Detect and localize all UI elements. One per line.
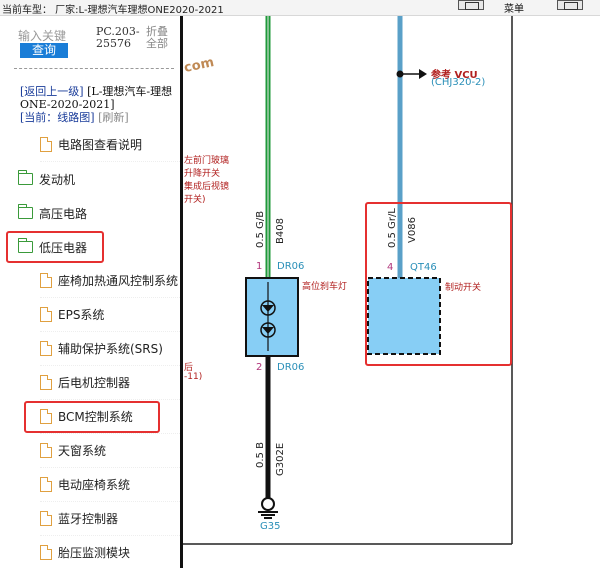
tree-item[interactable]: 高压电路 xyxy=(18,196,180,230)
wiring-diagram: 左前门玻璃 升降开关 集成后视镜 开关) 后 -11) 0.5 G/B B408… xyxy=(183,16,600,568)
left-panel: 查询 PC.203-25576 折叠全部 [返回上一级] [L-理想汽车-理想O… xyxy=(0,16,180,568)
tree-item[interactable]: 蓝牙控制器 xyxy=(40,502,180,536)
left-pin-bottom: 2 xyxy=(256,362,263,373)
ground-node xyxy=(261,497,275,511)
ref-vcu-sub: (CHJ320-2) xyxy=(431,77,486,88)
tree-item-label: 发动机 xyxy=(39,172,76,187)
ground-label: G35 xyxy=(260,521,281,532)
tree-item[interactable]: 发动机 xyxy=(18,162,180,196)
current-model-title: 当前车型： 厂家:L-理想汽车理想ONE2020-2021 xyxy=(2,5,224,16)
brake-lamp-label: 高位刹车灯 xyxy=(302,282,348,292)
brake-switch-label: 制动开关 xyxy=(445,283,482,293)
highlight-box xyxy=(6,231,104,263)
partial-label-1: 左前门玻璃 xyxy=(184,156,230,166)
tree-item-label: 电路图查看说明 xyxy=(58,138,143,152)
tree-item[interactable]: 胎压监测模块 xyxy=(40,536,180,568)
left-pin-top: 1 xyxy=(256,261,263,272)
ref-arrow-head xyxy=(419,69,427,79)
folder-icon xyxy=(18,170,33,185)
brake-switch-component xyxy=(367,277,441,355)
document-icon xyxy=(40,137,52,152)
document-icon xyxy=(40,307,52,322)
document-icon xyxy=(40,375,52,390)
tree-item[interactable]: 后电机控制器 xyxy=(40,366,180,400)
black-wire-gauge: 0.5 B xyxy=(255,442,266,468)
tree-item-label: 天窗系统 xyxy=(58,444,107,458)
search-input[interactable] xyxy=(18,28,78,44)
partial-label-2: 升降开关 xyxy=(184,169,221,179)
partial-label-6: -11) xyxy=(184,372,203,382)
tree-item[interactable]: 座椅加热通风控制系统 xyxy=(40,264,180,298)
wiring-diagram-canvas xyxy=(183,16,513,545)
pc-code: PC.203-25576 xyxy=(96,25,140,50)
tree-item-label: 胎压监测模块 xyxy=(58,546,131,560)
black-wire-id: G302E xyxy=(275,442,286,476)
left-wire-id: B408 xyxy=(275,218,286,244)
tree-item-label: 后电机控制器 xyxy=(58,376,131,390)
window-icon-button-2[interactable] xyxy=(557,0,583,10)
menu-label[interactable]: 菜单 xyxy=(504,0,524,15)
tree-item-label: EPS系统 xyxy=(58,308,105,322)
tree-item[interactable]: 电动座椅系统 xyxy=(40,468,180,502)
fold-all-button[interactable]: 折叠全部 xyxy=(146,26,176,50)
document-icon xyxy=(40,341,52,356)
query-button[interactable]: 查询 xyxy=(20,43,68,58)
tree-item[interactable]: 天窗系统 xyxy=(40,434,180,468)
tree-item-label: 电动座椅系统 xyxy=(58,478,131,492)
window-icon-button[interactable] xyxy=(458,0,484,10)
brake-lamp-component xyxy=(245,277,299,357)
tree-item[interactable]: 辅助保护系统(SRS) xyxy=(40,332,180,366)
highlight-box xyxy=(24,401,160,433)
right-pin: 4 xyxy=(387,262,394,273)
tree-item-label: 蓝牙控制器 xyxy=(58,512,119,526)
back-link[interactable]: [返回上一级] xyxy=(20,85,84,98)
right-wire-id: V086 xyxy=(407,217,418,243)
document-icon xyxy=(40,477,52,492)
partial-label-3: 集成后视镜 xyxy=(184,182,230,192)
tree-item-label: 座椅加热通风控制系统 xyxy=(58,274,179,288)
tree-item-label: 高压电路 xyxy=(39,206,88,221)
document-icon xyxy=(40,545,52,560)
left-connector-top: DR06 xyxy=(277,261,305,272)
refresh-link[interactable]: [刷新] xyxy=(98,111,129,124)
tree-item-label: 辅助保护系统(SRS) xyxy=(58,342,163,356)
right-wire-gauge: 0.5 Gr/L xyxy=(387,208,398,248)
folder-icon xyxy=(18,204,33,219)
tree-item[interactable]: 电路图查看说明 xyxy=(40,128,180,162)
tree-item[interactable]: EPS系统 xyxy=(40,298,180,332)
current-page: [当前：线路图] xyxy=(20,111,95,124)
left-wire-gauge: 0.5 G/B xyxy=(255,210,266,248)
document-icon xyxy=(40,511,52,526)
breadcrumb: [返回上一级] [L-理想汽车-理想ONE-2020-2021] [当前：线路图… xyxy=(20,85,178,124)
left-connector-bottom: DR06 xyxy=(277,362,305,373)
partial-label-4: 开关) xyxy=(184,195,206,205)
divider xyxy=(14,68,174,69)
right-connector: QT46 xyxy=(410,262,437,273)
document-icon xyxy=(40,273,52,288)
top-bar: 当前车型： 厂家:L-理想汽车理想ONE2020-2021 菜单 xyxy=(0,0,600,16)
document-icon xyxy=(40,443,52,458)
